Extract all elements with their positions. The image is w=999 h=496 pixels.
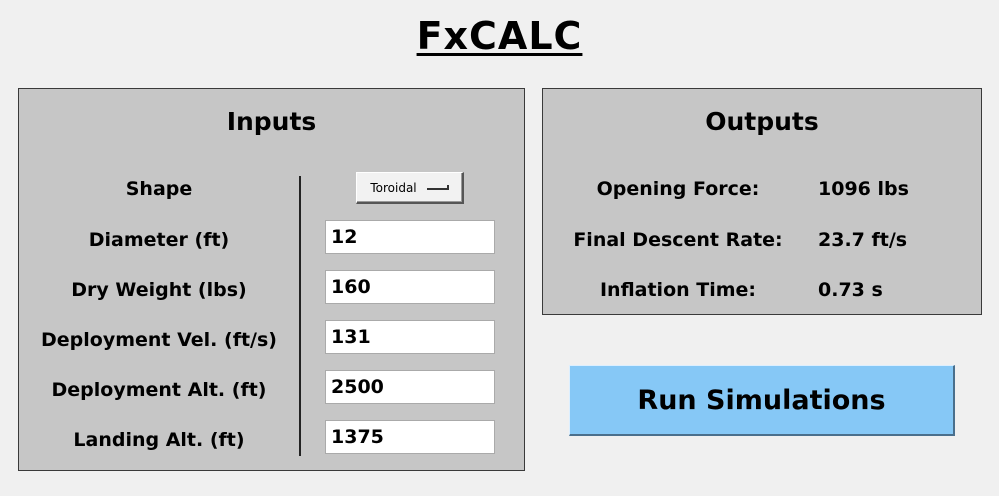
inputs-panel: Inputs Shape Diameter (ft) Dry Weight (l…: [18, 88, 525, 471]
inputs-panel-title: Inputs: [226, 107, 317, 136]
outputs-panel-title: Outputs: [705, 107, 819, 136]
final-descent-rate-value: 23.7 ft/s: [818, 229, 908, 251]
shape-label: Shape: [125, 178, 193, 200]
landing-alt-input[interactable]: [325, 420, 495, 454]
opening-force-label: Opening Force:: [596, 178, 760, 200]
dry-weight-input[interactable]: [325, 270, 495, 304]
diameter-label: Diameter (ft): [88, 229, 230, 251]
deployment-vel-label: Deployment Vel. (ft/s): [41, 329, 277, 351]
shape-dropdown[interactable]: Toroidal: [356, 172, 464, 204]
deployment-alt-label: Deployment Alt. (ft): [51, 379, 267, 401]
inflation-time-label: Inflation Time:: [599, 279, 757, 301]
dry-weight-label: Dry Weight (lbs): [71, 279, 247, 301]
shape-dropdown-value: Toroidal: [370, 180, 417, 195]
final-descent-rate-label: Final Descent Rate:: [573, 229, 783, 251]
run-simulations-button[interactable]: Run Simulations: [569, 365, 955, 436]
outputs-panel: Outputs Opening Force: 1096 lbs Final De…: [542, 88, 982, 315]
inputs-divider: [299, 176, 301, 456]
dropdown-indicator-icon: [426, 185, 449, 190]
opening-force-value: 1096 lbs: [818, 178, 909, 200]
app-title: FxCALC: [416, 14, 583, 58]
inflation-time-value: 0.73 s: [818, 279, 883, 301]
landing-alt-label: Landing Alt. (ft): [73, 429, 245, 451]
diameter-input[interactable]: [325, 220, 495, 254]
deployment-alt-input[interactable]: [325, 370, 495, 404]
deployment-vel-input[interactable]: [325, 320, 495, 354]
